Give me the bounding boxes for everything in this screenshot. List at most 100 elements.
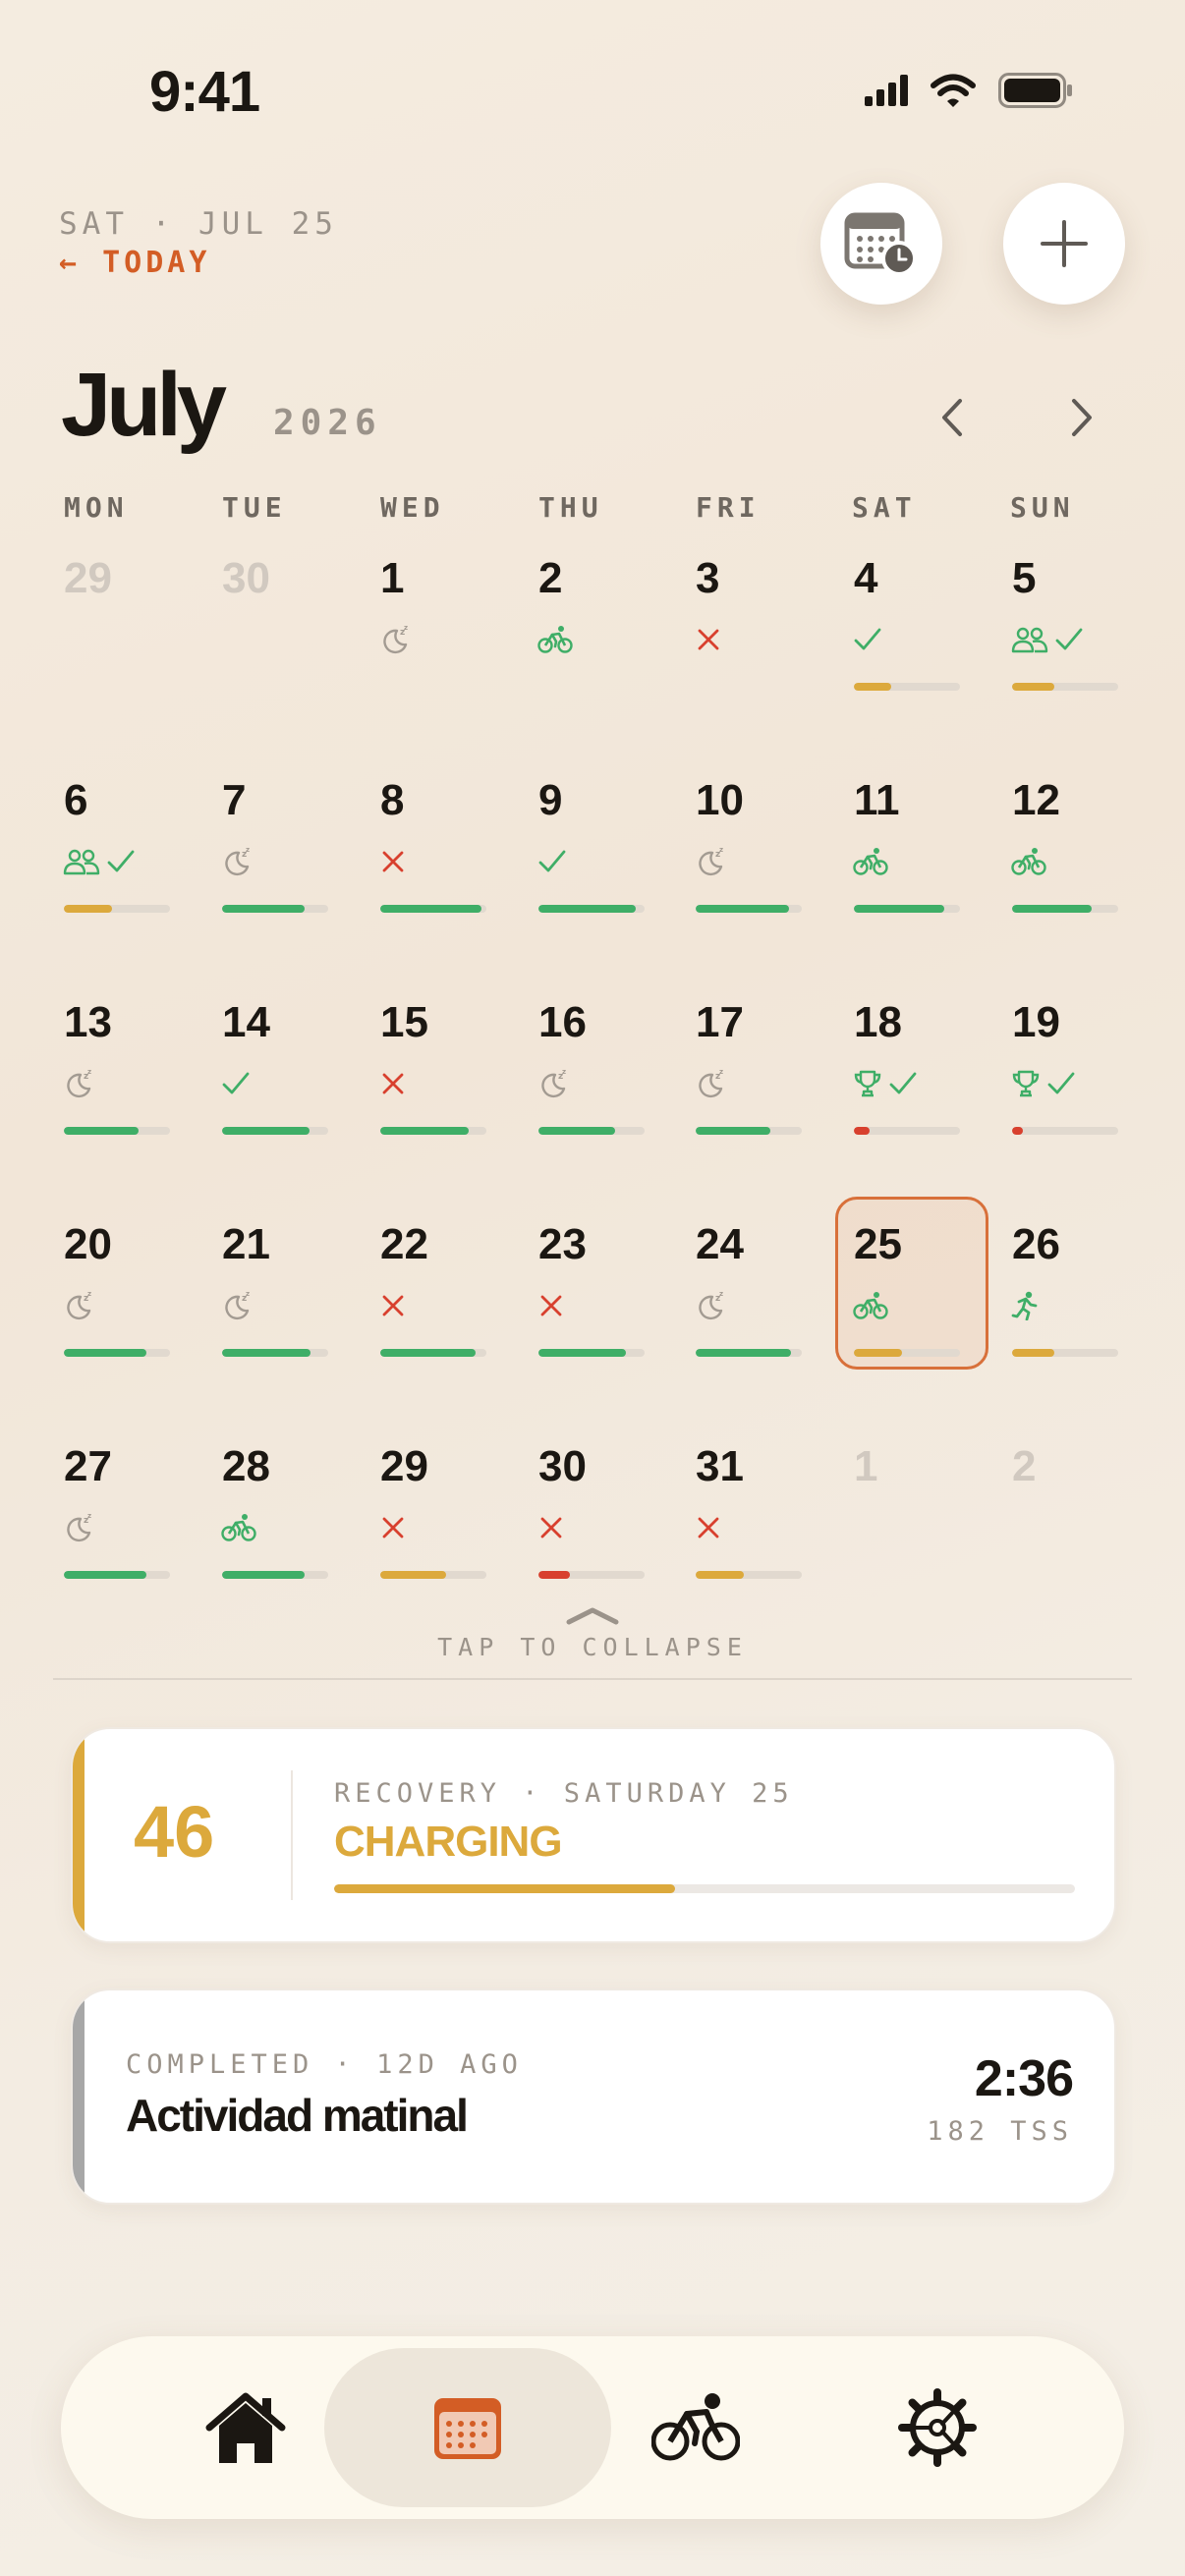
calendar-day-selected[interactable]: 25 <box>835 1197 1007 1438</box>
calendar-day[interactable]: 1 <box>849 1438 1007 1660</box>
day-load-fill <box>854 905 944 913</box>
svg-text:z: z <box>246 1290 250 1298</box>
calendar-day[interactable]: 26 <box>1007 1216 1165 1438</box>
calendar-day[interactable]: 17 z z <box>691 994 849 1216</box>
day-number: 30 <box>222 554 270 602</box>
sleep-icon: zz <box>63 1068 94 1099</box>
calendar-day[interactable]: 23 <box>534 1216 692 1438</box>
day-load-bar <box>1012 683 1118 691</box>
calendar-day[interactable]: 1 zz <box>375 550 534 772</box>
day-activity-icons <box>379 1067 407 1100</box>
day-load-fill <box>1012 1127 1023 1135</box>
day-number: 3 <box>696 554 720 602</box>
sleep-icon: zz <box>221 846 253 877</box>
day-activity-icons <box>1011 1289 1039 1322</box>
collapse-calendar-button[interactable]: TAP TO COLLAPSE <box>0 1633 1185 1661</box>
calendar-day[interactable]: 24 z z <box>691 1216 849 1438</box>
day-number: 22 <box>380 1220 428 1268</box>
day-number: 16 <box>538 998 587 1046</box>
day-load-bar <box>854 905 960 913</box>
day-number: 12 <box>1012 776 1060 824</box>
calendar-day[interactable]: 29 <box>59 550 217 772</box>
day-load-fill <box>380 905 481 913</box>
calendar-day[interactable]: 16 z z <box>534 994 692 1216</box>
wifi-icon <box>931 74 976 107</box>
activity-tss: 182 TSS <box>927 2116 1073 2147</box>
svg-text:z: z <box>719 846 723 854</box>
day-load-bar <box>64 1127 170 1135</box>
check-icon <box>853 626 882 653</box>
calendar-day[interactable]: 11 <box>849 772 1007 994</box>
calendar-day[interactable]: 22 <box>375 1216 534 1438</box>
calendar-day[interactable]: 2 <box>1007 1438 1165 1660</box>
svg-text:z: z <box>87 1290 91 1298</box>
calendar-day[interactable]: 29 <box>375 1438 534 1660</box>
calendar-day[interactable]: 12 <box>1007 772 1165 994</box>
calendar-day[interactable]: 20 z z <box>59 1216 217 1438</box>
day-load-bar <box>696 1127 802 1135</box>
day-load-fill <box>222 1127 310 1135</box>
day-load-bar <box>222 1127 328 1135</box>
battery-icon <box>998 73 1072 108</box>
calendar-day[interactable]: 5 <box>1007 550 1165 772</box>
sleep-icon: zz <box>63 1512 94 1543</box>
tab-bar <box>61 2336 1124 2519</box>
svg-text:z: z <box>87 1068 91 1076</box>
day-activity-icons: zz <box>63 1289 94 1322</box>
add-button[interactable] <box>1003 183 1125 305</box>
calendar-day[interactable]: 30 <box>217 550 375 772</box>
calendar-day[interactable]: 9 <box>534 772 692 994</box>
divider <box>53 1678 1132 1680</box>
calendar-day[interactable]: 8 <box>375 772 534 994</box>
check-icon <box>537 848 567 875</box>
day-activity-icons <box>537 1511 565 1544</box>
calendar-day[interactable]: 31 <box>691 1438 849 1660</box>
recovery-card[interactable]: 46 RECOVERY · SATURDAY 25 CHARGING <box>71 1727 1116 1943</box>
calendar-day[interactable]: 19 <box>1007 994 1165 1216</box>
status-time: 9:41 <box>149 60 260 124</box>
svg-text:z: z <box>87 1512 91 1520</box>
day-activity-icons <box>853 623 882 656</box>
day-activity-icons: zz <box>695 1289 726 1322</box>
calendar-day[interactable]: 15 <box>375 994 534 1216</box>
calendar-day[interactable]: 7 zz <box>217 772 375 994</box>
cross-icon <box>695 1514 722 1541</box>
calendar-day[interactable]: 30 <box>534 1438 692 1660</box>
calendar-day[interactable]: 28 <box>217 1438 375 1660</box>
calendar-day[interactable]: 4 <box>849 550 1007 772</box>
previous-month-button[interactable] <box>929 393 978 442</box>
calendar-day[interactable]: 3 <box>691 550 849 772</box>
day-activity-icons: zz <box>379 623 411 656</box>
day-load-bar <box>854 1127 960 1135</box>
day-activity-icons: zz <box>695 1067 726 1100</box>
calendar-day[interactable]: 10 z z <box>691 772 849 994</box>
calendar-day[interactable]: 2 <box>534 550 692 772</box>
calendar-day[interactable]: 18 <box>849 994 1007 1216</box>
bike-icon <box>537 625 573 654</box>
calendar-day[interactable]: 13 z z <box>59 994 217 1216</box>
calendar-day[interactable]: 27 z z <box>59 1438 217 1660</box>
activity-card[interactable]: COMPLETED · 12D AGO Actividad matinal 2:… <box>71 1988 1116 2205</box>
tab-settings[interactable] <box>794 2348 1081 2507</box>
day-number: 10 <box>696 776 744 824</box>
next-month-button[interactable] <box>1056 393 1105 442</box>
calendar-day[interactable]: 21 z z <box>217 1216 375 1438</box>
day-activity-icons <box>695 1511 722 1544</box>
sleep-icon: zz <box>379 624 411 655</box>
chevron-right-icon <box>1072 399 1092 436</box>
svg-text:z: z <box>562 1068 566 1076</box>
day-load-fill <box>696 905 790 913</box>
settings-gear-icon <box>898 2388 977 2467</box>
recovery-progress-fill <box>334 1884 675 1893</box>
day-number: 26 <box>1012 1220 1060 1268</box>
day-activity-icons <box>379 845 407 878</box>
today-link[interactable]: ← TODAY <box>59 246 210 280</box>
calendar-history-button[interactable] <box>820 183 942 305</box>
weekday-tue: TUE <box>222 491 287 524</box>
weekday-thu: THU <box>538 491 603 524</box>
calendar-day[interactable]: 6 <box>59 772 217 994</box>
day-load-bar <box>1012 1127 1118 1135</box>
calendar-day[interactable]: 14 <box>217 994 375 1216</box>
day-load-fill <box>380 1571 446 1579</box>
day-number: 8 <box>380 776 405 824</box>
